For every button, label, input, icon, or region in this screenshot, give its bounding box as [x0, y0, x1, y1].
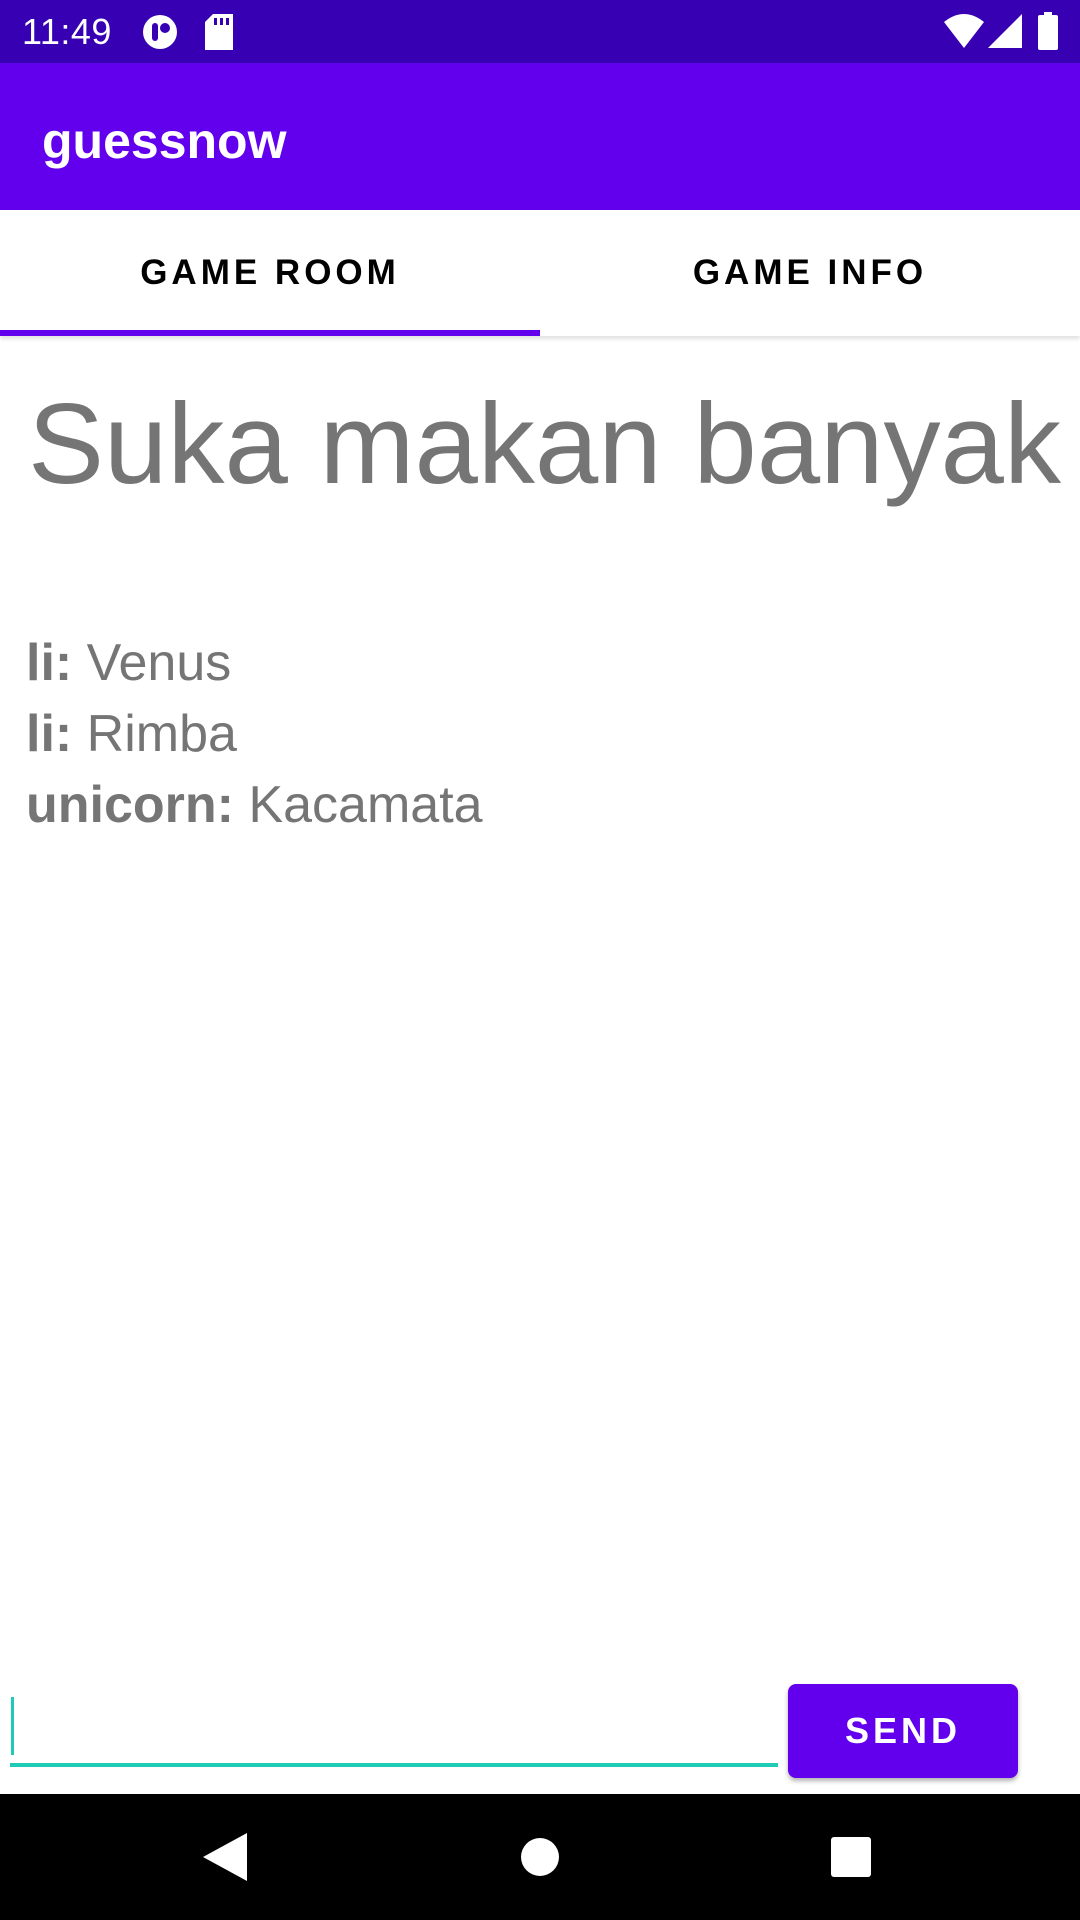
sd-card-icon	[205, 14, 233, 50]
app-title: guessnow	[42, 113, 287, 169]
app-bar: guessnow	[0, 63, 1080, 210]
tab-game-room-label: GAME ROOM	[140, 253, 400, 292]
guess-input[interactable]	[10, 1685, 778, 1767]
home-button[interactable]	[500, 1817, 580, 1897]
wifi-icon	[944, 14, 984, 48]
home-icon	[521, 1838, 559, 1876]
back-button[interactable]	[185, 1817, 265, 1897]
message-item: li: Rimba	[26, 699, 483, 770]
tab-game-info-label: GAME INFO	[692, 253, 928, 292]
message-sender: unicorn:	[26, 776, 234, 834]
status-bar: 11:49	[0, 0, 1080, 63]
recents-button[interactable]	[811, 1817, 891, 1897]
navigation-bar	[0, 1794, 1080, 1920]
back-icon	[203, 1833, 247, 1881]
battery-icon	[1038, 12, 1058, 50]
signal-icon	[988, 14, 1022, 48]
message-text: Venus	[86, 634, 232, 692]
message-text: Kacamata	[248, 776, 483, 834]
tab-game-room[interactable]: GAME ROOM	[0, 210, 540, 336]
message-item: li: Venus	[26, 628, 483, 699]
notification-icon	[143, 15, 177, 49]
message-item: unicorn: Kacamata	[26, 770, 483, 841]
tab-bar: GAME ROOM GAME INFO	[0, 210, 1080, 336]
message-list: li: Venus li: Rimba unicorn: Kacamata	[26, 628, 483, 841]
message-sender: li:	[26, 705, 73, 763]
status-time: 11:49	[22, 11, 112, 52]
text-cursor	[11, 1697, 14, 1755]
message-text: Rimba	[86, 705, 237, 763]
tab-game-info[interactable]: GAME INFO	[540, 210, 1080, 336]
screen: 11:49 guessnow GAME ROOM GAME INFO Suka …	[0, 0, 1080, 1920]
game-hint: Suka makan banyak	[28, 381, 1061, 508]
recents-icon	[831, 1837, 871, 1877]
tab-indicator	[0, 330, 540, 336]
send-button[interactable]: SEND	[788, 1684, 1018, 1778]
message-sender: li:	[26, 634, 73, 692]
